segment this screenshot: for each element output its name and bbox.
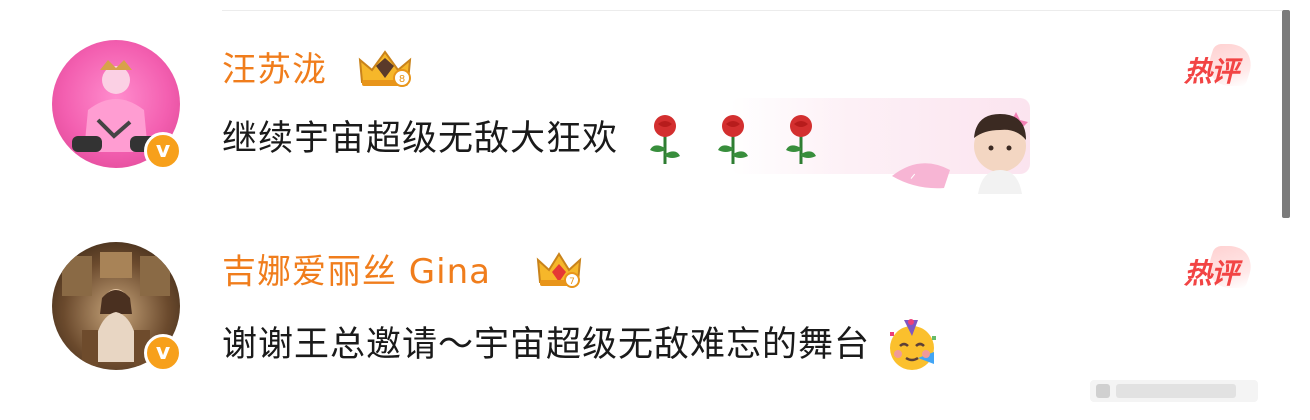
top-divider: [222, 10, 1282, 11]
svg-text:8: 8: [399, 74, 405, 85]
verified-badge-icon: v: [144, 132, 182, 170]
comment-text: 继续宇宙超级无敌大狂欢: [222, 114, 822, 166]
watermark-icon: [1090, 380, 1258, 402]
crown-icon: 8: [358, 50, 412, 87]
crown-icon: 7: [536, 252, 582, 288]
avatar-sticker-icon: ᐟ: [892, 112, 1028, 194]
hot-comment-badge: 热评: [1180, 246, 1259, 298]
hot-comment-label: 热评: [1184, 257, 1239, 290]
comment-username[interactable]: 汪苏泷: [222, 48, 327, 92]
scrollbar[interactable]: [1282, 10, 1290, 218]
comment-text: 谢谢王总邀请～宇宙超级无敌难忘的舞台: [222, 318, 940, 374]
rose-icon: [650, 115, 681, 164]
rose-icon: [718, 115, 749, 164]
svg-text:ᐟ: ᐟ: [910, 172, 916, 188]
comment-text-content: 继续宇宙超级无敌大狂欢: [222, 119, 619, 159]
hot-comment-label: 热评: [1184, 55, 1239, 88]
hot-comment-badge: 热评: [1180, 44, 1259, 96]
avatar[interactable]: v: [52, 242, 182, 372]
svg-text:7: 7: [569, 277, 575, 287]
verified-badge-icon: v: [144, 334, 182, 372]
party-face-emoji-icon: [890, 319, 937, 370]
comment-text-content: 谢谢王总邀请～宇宙超级无敌难忘的舞台: [222, 325, 871, 365]
avatar[interactable]: v: [52, 40, 182, 170]
rose-icon: [786, 115, 817, 164]
comment-username[interactable]: 吉娜爱丽丝 Gina: [222, 250, 491, 294]
